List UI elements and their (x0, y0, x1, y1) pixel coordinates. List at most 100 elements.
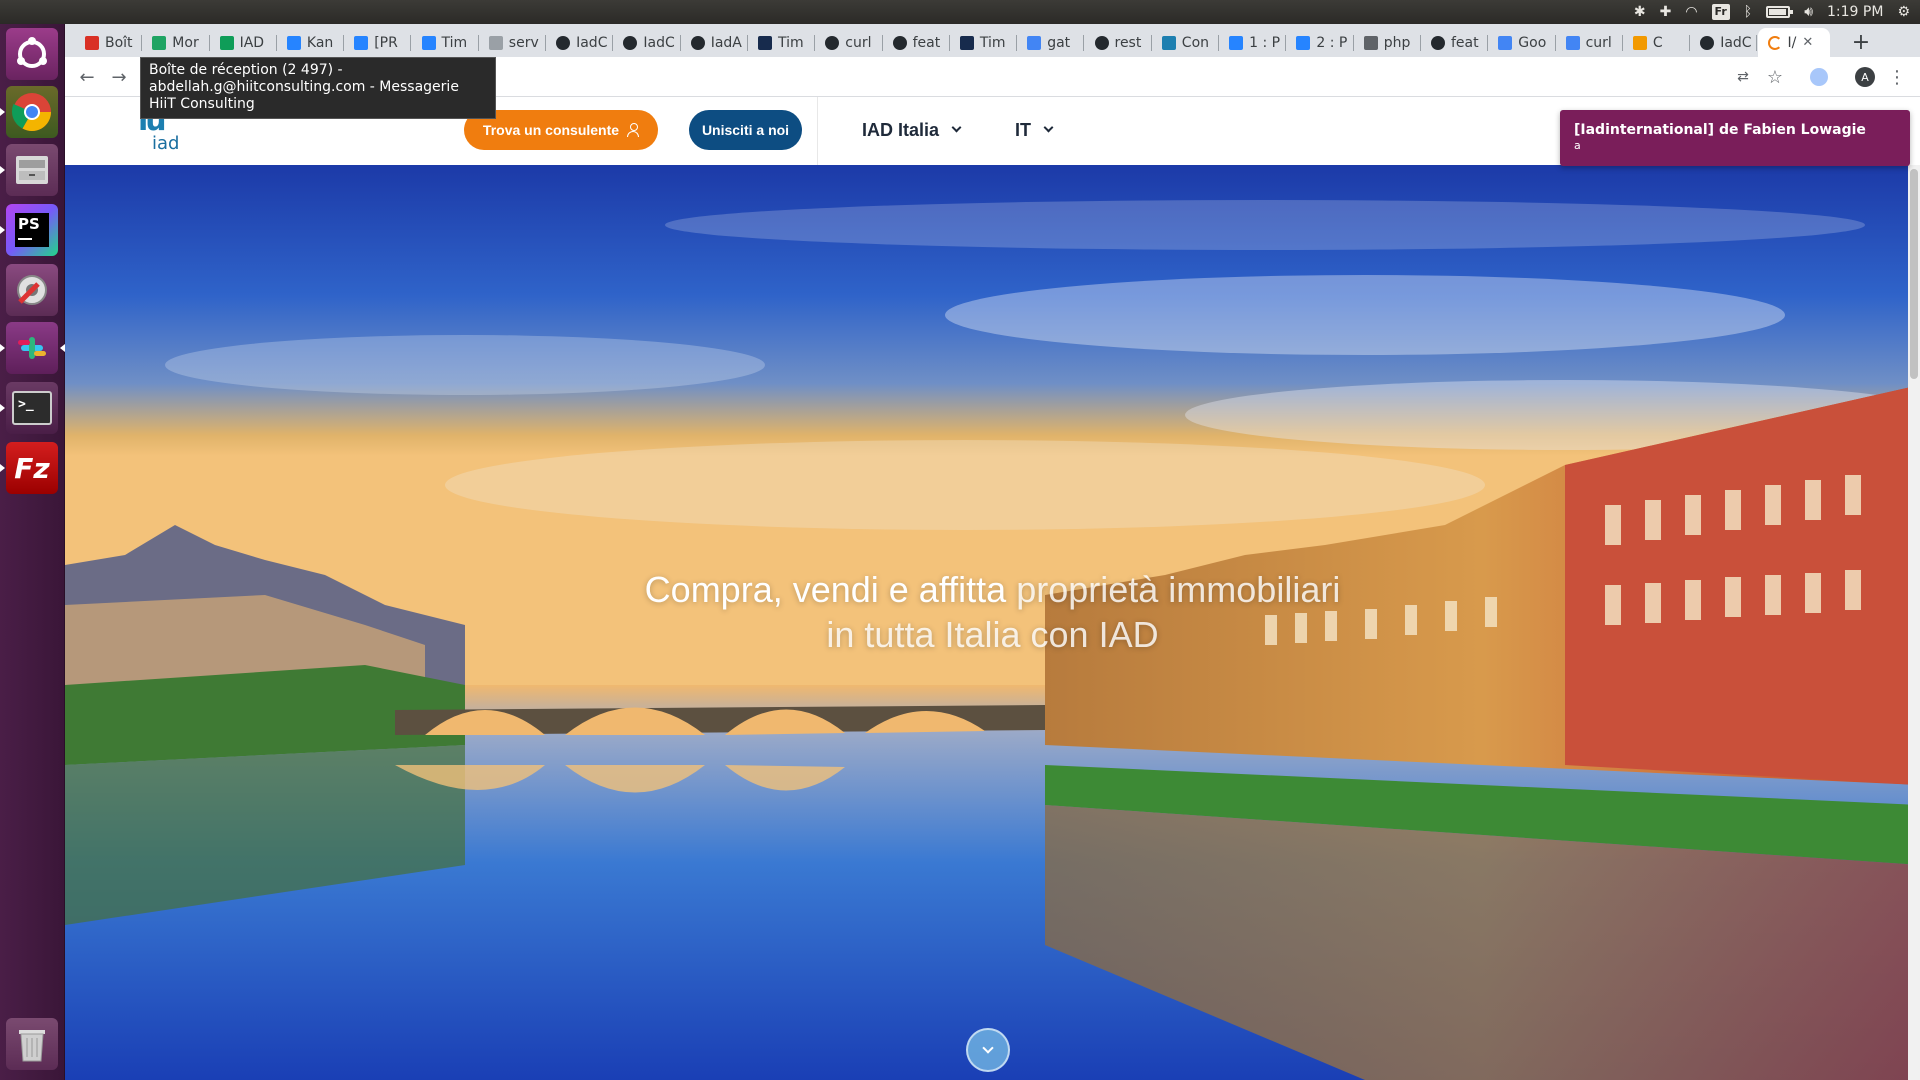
filezilla-launcher[interactable]: Fz (0, 442, 58, 494)
forward-arrow-icon[interactable]: → (105, 63, 133, 91)
clock[interactable]: 1:19 PM (1827, 0, 1883, 24)
wifi-icon[interactable]: ◠ (1685, 0, 1697, 24)
browser-tab[interactable]: IadC (1690, 28, 1758, 57)
browser-tab[interactable]: 1 : P (1219, 28, 1287, 57)
github-icon (892, 35, 907, 50)
scroll-down-button[interactable] (966, 1028, 1010, 1072)
tab-label: C (1652, 34, 1663, 51)
browser-tab[interactable]: feat (1421, 28, 1489, 57)
scrollbar-thumb[interactable] (1910, 169, 1918, 379)
browser-tab[interactable]: [PR (344, 28, 412, 57)
browser-tab[interactable]: php (1354, 28, 1421, 57)
tab-label: curl (1585, 34, 1612, 51)
bookmark-star-icon[interactable]: ☆ (1761, 63, 1789, 91)
tab-label: Tim (979, 34, 1006, 51)
slack-tray-icon[interactable]: ✚ (1660, 0, 1672, 24)
browser-tab[interactable]: IadC (546, 28, 614, 57)
chevron-down-icon (951, 122, 962, 133)
trash-icon (19, 1030, 45, 1062)
close-tab-icon[interactable]: ✕ (1802, 35, 1813, 50)
browser-tab[interactable]: curl (815, 28, 883, 57)
ubuntu-dash-launcher[interactable] (6, 28, 58, 80)
browser-tab[interactable]: C (1623, 28, 1691, 57)
translate-icon[interactable]: ⇄ (1729, 63, 1757, 91)
tab-active[interactable]: I/ ✕ (1757, 28, 1830, 57)
page-icon (488, 35, 503, 50)
browser-tab[interactable]: IadC (613, 28, 681, 57)
chrome-launcher[interactable] (0, 86, 58, 138)
tab-label: IadC (1720, 34, 1752, 51)
browser-tab[interactable]: gat (1017, 28, 1085, 57)
hero-subtitle: in tutta Italia con IAD (826, 614, 1159, 655)
extension-icon[interactable] (1805, 63, 1833, 91)
pivotal-icon (1229, 35, 1244, 50)
browser-tab[interactable]: curl (1556, 28, 1623, 57)
tab-label: IadA (710, 34, 742, 51)
bluetooth-icon[interactable]: ᛒ (1744, 0, 1752, 24)
google-translate-icon (1498, 35, 1513, 50)
tab-label: Tim (441, 34, 468, 51)
system-settings-launcher[interactable] (6, 264, 58, 316)
hero-section: Compra, vendi e affitta proprietà immobi… (65, 165, 1920, 1080)
tab-label: serv (508, 34, 539, 51)
browser-tab[interactable]: Tim (412, 28, 479, 57)
trash-launcher[interactable] (6, 1018, 58, 1070)
browser-tab[interactable]: 2 : P (1286, 28, 1354, 57)
find-consultant-label: Trova un consulente (482, 122, 620, 138)
github-icon (1700, 35, 1715, 50)
new-tab-button[interactable]: + (1847, 28, 1875, 56)
browser-tab[interactable]: Con (1152, 28, 1220, 57)
github-icon (556, 35, 571, 50)
tab-label: 2 : P (1316, 34, 1348, 51)
nav-divider (817, 97, 818, 165)
back-arrow-icon[interactable]: ← (73, 63, 101, 91)
hero-title-strong: Compra, vendi e affitta (644, 569, 1007, 610)
system-top-panel: ✱ ✚ ◠ Fr ᛒ 🔊︎ 1:19 PM ⚙ (0, 0, 1920, 24)
browser-tab[interactable]: Tim (950, 28, 1018, 57)
country-menu[interactable]: IAD Italia (862, 110, 962, 150)
browser-tab[interactable]: IadA (681, 28, 748, 57)
slack-launcher[interactable] (0, 322, 65, 374)
page-scrollbar[interactable] (1908, 165, 1920, 1080)
tab-label: feat (1451, 34, 1479, 51)
phpstorm-launcher[interactable]: PS (0, 204, 58, 256)
terminal-launcher[interactable]: >_ (0, 382, 58, 434)
browser-tab[interactable]: Boît (75, 28, 143, 57)
desktop-notification[interactable]: [Iadinternational] de Fabien Lowagie a (1560, 110, 1910, 166)
tab-tooltip: Boîte de réception (2 497) - abdellah.g@… (140, 57, 496, 119)
kebab-menu-icon[interactable]: ⋮ (1883, 63, 1911, 91)
keyboard-layout-indicator[interactable]: Fr (1711, 4, 1730, 20)
jira-icon (421, 35, 436, 50)
join-us-label: Unisciti a noi (701, 122, 790, 138)
slack-icon (18, 337, 46, 359)
browser-tab[interactable]: Mor (142, 28, 210, 57)
tab-label: feat (912, 34, 941, 51)
jira-icon (286, 35, 301, 50)
files-launcher[interactable] (0, 144, 58, 196)
browser-tab[interactable]: Tim (748, 28, 816, 57)
browser-tab[interactable]: IAD (210, 28, 277, 57)
gear-icon[interactable]: ⚙ (1897, 0, 1910, 24)
language-menu[interactable]: IT (1015, 110, 1054, 150)
tab-label: IadC (576, 34, 608, 51)
tab-label: Con (1181, 34, 1210, 51)
browser-tab[interactable]: Goo (1488, 28, 1556, 57)
avatar-initial: A (1855, 67, 1875, 87)
browser-tab[interactable]: Kan (277, 28, 345, 57)
dropbox-icon[interactable]: ✱ (1634, 0, 1646, 24)
join-us-button[interactable]: Unisciti a noi (689, 110, 802, 150)
profile-avatar[interactable]: A (1851, 63, 1879, 91)
volume-icon[interactable]: 🔊︎ (1804, 0, 1813, 24)
browser-window: Boît Mor IAD Kan [PR Tim serv IadC IadC IadA Tim cu… (65, 24, 1920, 1080)
tab-label: IAD (239, 34, 265, 51)
browser-tab[interactable]: feat (883, 28, 950, 57)
country-menu-label: IAD Italia (862, 119, 940, 140)
tab-strip: Boît Mor IAD Kan [PR Tim serv IadC IadC IadA Tim cu… (65, 24, 1920, 57)
battery-icon[interactable] (1766, 6, 1794, 18)
language-menu-label: IT (1015, 119, 1031, 140)
browser-tab[interactable]: serv (479, 28, 547, 57)
hero-title-light: proprietà immobiliari (1016, 569, 1341, 610)
browser-tab[interactable]: rest (1085, 28, 1152, 57)
tab-label: php (1383, 34, 1411, 51)
tab-label: IadC (643, 34, 675, 51)
